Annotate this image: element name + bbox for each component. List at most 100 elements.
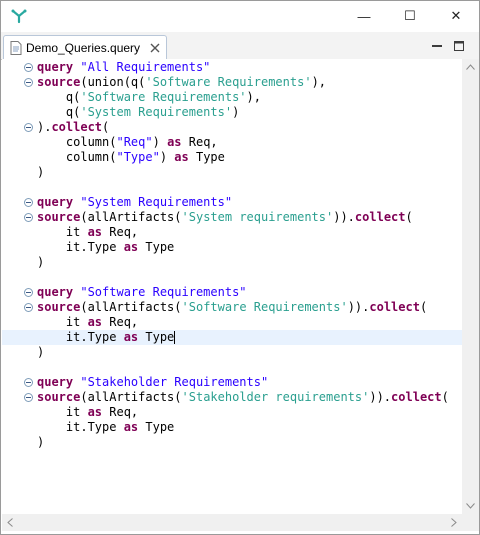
code-line[interactable] [2,180,462,195]
close-icon[interactable] [150,43,160,53]
code-token: ), [246,90,261,104]
window-close-button[interactable]: ✕ [433,1,479,31]
keyword-token: as [174,150,189,164]
fold-toggle-icon[interactable] [24,288,33,297]
keyword-token: as [87,225,103,239]
string-token: "Software Requirements" [80,285,247,299]
code-line[interactable]: query "All Requirements" [2,60,462,75]
scroll-right-arrow-icon[interactable] [451,518,457,527]
app-logo-icon [11,9,27,24]
maximize-icon: ☐ [404,8,416,23]
scroll-up-arrow-icon[interactable] [466,64,475,70]
text-caret [174,331,176,344]
fold-toggle-icon[interactable] [24,198,33,207]
code-line[interactable]: ) [2,255,462,270]
code-line[interactable]: it as Req, [2,405,462,420]
keyword-token: as [123,420,139,434]
code-content[interactable]: query "All Requirements" source(union(q('… [2,60,462,450]
code-token: Type [138,240,175,254]
keyword-token: as [87,315,103,329]
code-token: )). [347,300,370,314]
window-maximize-button[interactable]: ☐ [387,1,433,31]
code-line[interactable]: query "Stakeholder Requirements" [2,375,462,390]
horizontal-scrollbar[interactable] [2,514,462,531]
code-line[interactable]: it as Req, [2,315,462,330]
code-line[interactable] [2,360,462,375]
code-token: ) [232,105,240,119]
code-token: ( [102,120,110,134]
code-line[interactable]: it as Req, [2,225,462,240]
code-line[interactable]: it.Type as Type [2,240,462,255]
fold-toggle-icon[interactable] [24,213,33,222]
code-token: ( [405,210,413,224]
editor-window: — ☐ ✕ Demo_Queries.query query "All Requ… [0,0,480,535]
code-line[interactable]: source(allArtifacts('System requirements… [2,210,462,225]
literal-token: 'Software Requirements' [145,75,312,89]
code-line[interactable]: it.Type as Type [2,420,462,435]
code-line[interactable]: ) [2,435,462,450]
code-token: Type [138,420,175,434]
code-line[interactable]: ) [2,165,462,180]
code-token: )). [333,210,355,224]
code-token: ). [37,120,52,134]
vertical-scrollbar[interactable] [462,59,479,514]
code-line[interactable]: query "System Requirements" [2,195,462,210]
code-token: (union(q( [80,75,146,89]
code-editor[interactable]: query "All Requirements" source(union(q('… [2,59,462,514]
code-line[interactable]: column("Req") as Req, [2,135,462,150]
fold-toggle-icon[interactable] [24,63,33,72]
keyword-token: as [123,240,139,254]
code-line[interactable]: q('System Requirements') [2,105,462,120]
code-token: column( [37,135,117,149]
code-token: Req, [102,315,139,329]
code-token: ) [37,255,45,269]
code-token: it.Type [37,240,124,254]
query-file-icon [10,41,22,55]
code-line[interactable] [2,270,462,285]
scroll-left-arrow-icon[interactable] [7,518,13,527]
maximize-view-icon[interactable] [453,40,465,52]
keyword-token: query [37,375,74,389]
tab-demo-queries[interactable]: Demo_Queries.query [3,35,168,60]
scroll-down-arrow-icon[interactable] [466,503,475,509]
code-token: Req, [102,405,139,419]
code-line[interactable]: source(union(q('Software Requirements'), [2,75,462,90]
code-line[interactable]: column("Type") as Type [2,150,462,165]
literal-token: 'Software Requirements' [80,90,247,104]
code-line-current[interactable]: it.Type as Type [2,330,462,345]
close-icon: ✕ [450,8,462,23]
keyword-token: source [37,300,81,314]
fold-toggle-icon[interactable] [24,378,33,387]
literal-token: 'System requirements' [181,210,334,224]
string-token: "All Requirements" [80,60,211,74]
code-token: )). [369,390,392,404]
code-token: ) [37,165,45,179]
code-token: (allArtifacts( [80,300,182,314]
keyword-token: source [37,210,81,224]
window-minimize-button[interactable]: — [341,1,387,31]
literal-token: 'System Requirements' [80,105,233,119]
string-token: "Stakeholder Requirements" [80,375,269,389]
code-line[interactable]: source(allArtifacts('Software Requiremen… [2,300,462,315]
fold-toggle-icon[interactable] [24,303,33,312]
code-line[interactable]: q('Software Requirements'), [2,90,462,105]
fold-toggle-icon[interactable] [24,393,33,402]
string-token: "Req" [116,135,153,149]
fold-toggle-icon[interactable] [24,123,33,132]
literal-token: 'Software Requirements' [181,300,348,314]
string-token: "Type" [116,150,160,164]
code-token: Type [138,330,175,344]
code-token: it.Type [37,420,124,434]
keyword-token: query [37,60,74,74]
code-token: (allArtifacts( [80,210,182,224]
code-line[interactable]: ) [2,345,462,360]
code-token: ), [311,75,327,89]
title-bar[interactable]: — ☐ ✕ [1,1,479,31]
minimize-view-icon[interactable] [431,40,443,52]
code-line[interactable]: query "Software Requirements" [2,285,462,300]
code-token: ) [37,435,45,449]
literal-token: 'Stakeholder requirements' [181,390,370,404]
code-line[interactable]: source(allArtifacts('Stakeholder require… [2,390,462,405]
code-line[interactable]: ).collect( [2,120,462,135]
fold-toggle-icon[interactable] [24,78,33,87]
